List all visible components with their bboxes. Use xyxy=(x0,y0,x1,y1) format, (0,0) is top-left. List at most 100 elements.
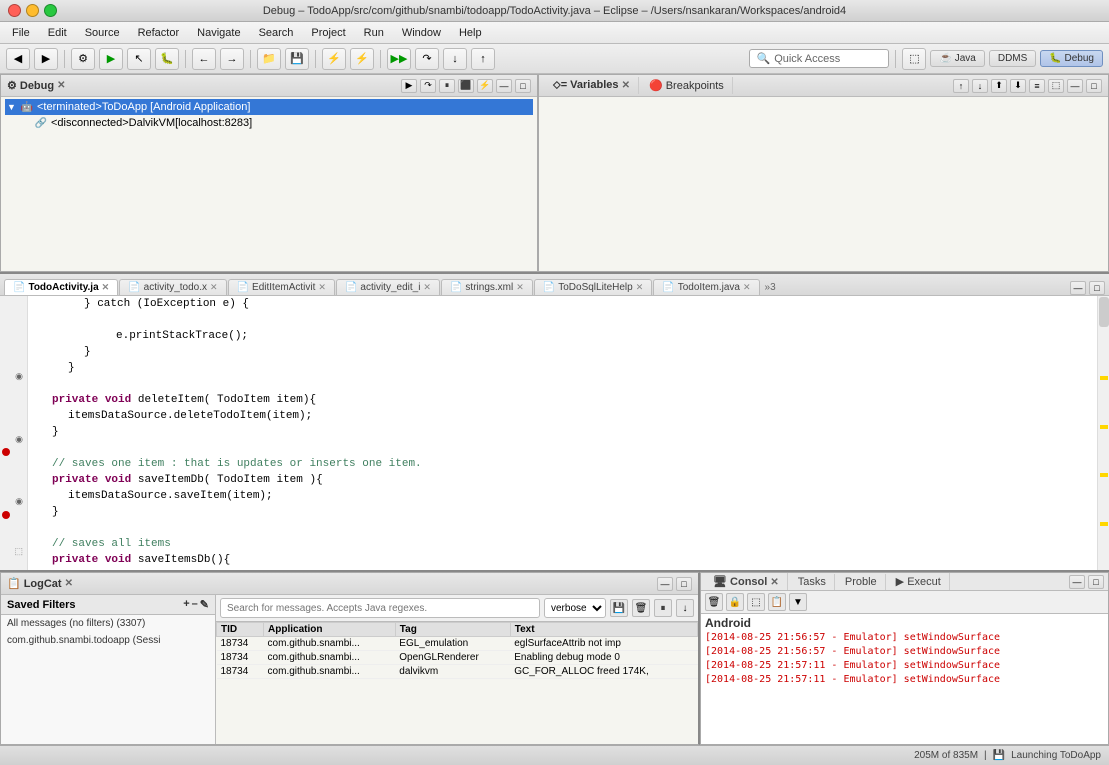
console-clear-btn[interactable]: 🗑 xyxy=(705,593,723,611)
debug-tree-item-1[interactable]: 🔗 <disconnected>DalvikVM[localhost:8283] xyxy=(5,115,533,131)
toolbar-next-edit[interactable]: → xyxy=(220,48,244,70)
toolbar-new[interactable]: ⚙ xyxy=(71,48,95,70)
editor-tab-2[interactable]: 📄 EditItemActivit ✕ xyxy=(228,279,335,295)
scrollbar-thumb[interactable] xyxy=(1099,297,1109,327)
console-tab-close[interactable]: ✕ xyxy=(770,577,778,588)
debug-tab-close[interactable]: ✕ xyxy=(57,80,65,91)
menu-source[interactable]: Source xyxy=(77,25,128,41)
toolbar-resume[interactable]: ▶▶ xyxy=(387,48,411,70)
logcat-clear-btn[interactable]: 🗑 xyxy=(632,599,650,617)
logcat-row-0[interactable]: 18734 com.github.snambi... EGL_emulation… xyxy=(217,637,698,651)
variables-tab[interactable]: ⬦= Variables ✕ xyxy=(545,77,639,94)
perspective-ddms[interactable]: DDMS xyxy=(989,50,1036,67)
vars-ctrl-6[interactable]: ⬚ xyxy=(1048,79,1064,93)
console-maximize[interactable]: □ xyxy=(1088,575,1104,589)
menu-edit[interactable]: Edit xyxy=(40,25,75,41)
toolbar-open-perspective[interactable]: ⬚ xyxy=(902,48,926,70)
logcat-scroll-btn[interactable]: ↓ xyxy=(676,599,694,617)
toolbar-debug[interactable]: 🐛 xyxy=(155,48,179,70)
menu-help[interactable]: Help xyxy=(451,25,490,41)
editor-minimize[interactable]: — xyxy=(1070,281,1086,295)
logcat-row-2[interactable]: 18734 com.github.snambi... dalvikvm GC_F… xyxy=(217,665,698,679)
vars-minimize[interactable]: — xyxy=(1067,79,1083,93)
toolbar-prev-edit[interactable]: ← xyxy=(192,48,216,70)
toolbar-action2[interactable]: ⚡ xyxy=(350,48,374,70)
editor-tab-close-1[interactable]: ✕ xyxy=(210,282,218,293)
menu-project[interactable]: Project xyxy=(303,25,353,41)
perspective-java[interactable]: ☕ Java xyxy=(930,50,984,67)
toolbar-cursor[interactable]: ↖ xyxy=(127,48,151,70)
debug-disconnect[interactable]: ⚡ xyxy=(477,79,493,93)
logcat-verbose-select[interactable]: verbose debug info warn error xyxy=(544,598,606,618)
vars-ctrl-3[interactable]: ⬆ xyxy=(991,79,1007,93)
perspective-debug[interactable]: 🐛 Debug xyxy=(1040,50,1103,67)
editor-tab-close-5[interactable]: ✕ xyxy=(636,282,644,293)
editor-tab-close-6[interactable]: ✕ xyxy=(743,282,751,293)
close-button[interactable] xyxy=(8,4,21,17)
filter-remove-btn[interactable]: – xyxy=(192,598,198,611)
editor-tab-close-0[interactable]: ✕ xyxy=(102,282,110,293)
vars-ctrl-5[interactable]: ≡ xyxy=(1029,79,1045,93)
console-minimize[interactable]: — xyxy=(1069,575,1085,589)
logcat-pause-btn[interactable]: ⏸ xyxy=(654,599,672,617)
vars-maximize[interactable]: □ xyxy=(1086,79,1102,93)
editor-tab-3[interactable]: 📄 activity_edit_i ✕ xyxy=(336,279,440,295)
debug-tree-item-0[interactable]: ▼ 🤖 <terminated>ToDoApp [Android Applica… xyxy=(5,99,533,115)
debug-suspend[interactable]: ⏸ xyxy=(439,79,455,93)
debug-tab[interactable]: ⚙ Debug ✕ xyxy=(7,79,66,92)
menu-search[interactable]: Search xyxy=(251,25,302,41)
editor-tab-close-2[interactable]: ✕ xyxy=(318,282,326,293)
vars-ctrl-4[interactable]: ⬇ xyxy=(1010,79,1026,93)
logcat-maximize[interactable]: □ xyxy=(676,577,692,591)
toolbar-step-over[interactable]: ↷ xyxy=(415,48,439,70)
maximize-button[interactable] xyxy=(44,4,57,17)
breakpoints-tab[interactable]: 🔴 Breakpoints xyxy=(641,77,733,94)
logcat-save-btn[interactable]: 💾 xyxy=(610,599,628,617)
console-action1[interactable]: ⬚ xyxy=(747,593,765,611)
debug-stop[interactable]: ⬛ xyxy=(458,79,474,93)
logcat-tab[interactable]: 📋 LogCat ✕ xyxy=(7,577,73,590)
logcat-search-input[interactable] xyxy=(220,598,540,618)
console-tab-tasks[interactable]: Tasks xyxy=(790,574,835,590)
editor-tab-4[interactable]: 📄 strings.xml ✕ xyxy=(441,279,533,295)
code-area[interactable]: } catch (IoException e) { e.printStackTr… xyxy=(28,296,1097,570)
vars-ctrl-2[interactable]: ↓ xyxy=(972,79,988,93)
console-action3[interactable]: ▼ xyxy=(789,593,807,611)
console-scroll-lock-btn[interactable]: 🔒 xyxy=(726,593,744,611)
vars-ctrl-1[interactable]: ↑ xyxy=(953,79,969,93)
console-action2[interactable]: 📋 xyxy=(768,593,786,611)
toolbar-back[interactable]: ◀ xyxy=(6,48,30,70)
toolbar-action1[interactable]: ⚡ xyxy=(322,48,346,70)
editor-tab-close-3[interactable]: ✕ xyxy=(423,282,431,293)
filter-app-session[interactable]: com.github.snambi.todoapp (Sessi xyxy=(1,632,215,649)
editor-tab-1[interactable]: 📄 activity_todo.x ✕ xyxy=(119,279,226,295)
editor-tab-6[interactable]: 📄 TodoItem.java ✕ xyxy=(653,279,759,295)
editor-tab-close-4[interactable]: ✕ xyxy=(516,282,524,293)
menu-run[interactable]: Run xyxy=(356,25,392,41)
editor-tabs-more[interactable]: »3 xyxy=(761,280,780,295)
toolbar-forward[interactable]: ▶ xyxy=(34,48,58,70)
toolbar-step-into[interactable]: ↓ xyxy=(443,48,467,70)
logcat-minimize[interactable]: — xyxy=(657,577,673,591)
editor-scrollbar[interactable] xyxy=(1097,296,1109,570)
menu-file[interactable]: File xyxy=(4,25,38,41)
debug-step-over[interactable]: ↷ xyxy=(420,79,436,93)
logcat-tab-close[interactable]: ✕ xyxy=(65,578,73,589)
editor-tab-5[interactable]: 📄 ToDoSqlLiteHelp ✕ xyxy=(534,279,653,295)
console-tab-execute[interactable]: ▶ Execut xyxy=(888,573,950,590)
menu-navigate[interactable]: Navigate xyxy=(189,25,248,41)
toolbar-open[interactable]: 📁 xyxy=(257,48,281,70)
debug-resume-btn[interactable]: ▶ xyxy=(401,79,417,93)
console-tab-problems[interactable]: Proble xyxy=(837,574,886,590)
logcat-row-1[interactable]: 18734 com.github.snambi... OpenGLRendere… xyxy=(217,651,698,665)
debug-minimize[interactable]: — xyxy=(496,79,512,93)
filter-all-messages[interactable]: All messages (no filters) (3307) xyxy=(1,615,215,632)
console-tab-console[interactable]: 🖥 Consol ✕ xyxy=(705,573,788,590)
quick-access-box[interactable]: 🔍 Quick Access xyxy=(749,49,889,68)
filter-add-btn[interactable]: + xyxy=(183,598,189,611)
editor-tab-0[interactable]: 📄 TodoActivity.ja ✕ xyxy=(4,279,118,295)
debug-maximize[interactable]: □ xyxy=(515,79,531,93)
toolbar-step-return[interactable]: ↑ xyxy=(471,48,495,70)
menu-window[interactable]: Window xyxy=(394,25,449,41)
minimize-button[interactable] xyxy=(26,4,39,17)
